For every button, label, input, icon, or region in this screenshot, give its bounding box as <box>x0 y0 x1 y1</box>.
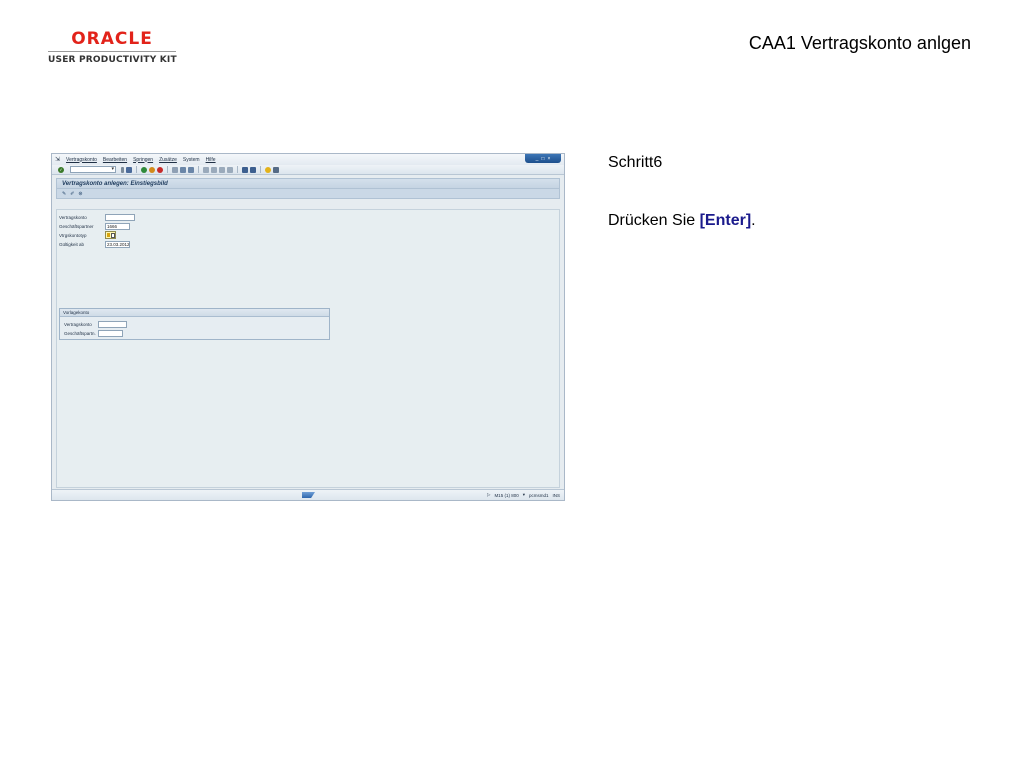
status-info: ▷ M15 (1) 800 ▾ pcmsmd1 INS <box>487 492 560 498</box>
close-icon[interactable]: × <box>547 156 550 162</box>
instruction-prefix: Drücken Sie <box>608 212 700 229</box>
group-row-geschaeftspartn: Geschäftspartn. <box>64 329 123 337</box>
field-row-vertragskonto: Vertragskonto <box>59 213 135 221</box>
change-icon[interactable]: ✐ <box>70 191 74 197</box>
group-geschaeftspartn-input[interactable] <box>98 329 123 337</box>
gueltig-label: Gültigkeit ab <box>59 241 85 247</box>
sap-status-bar: ▷ M15 (1) 800 ▾ pcmsmd1 INS <box>52 489 564 500</box>
back-icon[interactable] <box>141 166 147 173</box>
sap-logo-icon <box>302 492 315 498</box>
sap-menubar: ⇲ Vertragskonto Bearbeiten Springen Zusä… <box>52 154 564 165</box>
sap-screen-body: Vertragskonto Geschäftspartner 1666 Vtrg… <box>56 209 560 488</box>
group-geschaeftspartn-label: Geschäftspartn. <box>64 330 96 336</box>
window-controls: _ □ × <box>525 154 561 163</box>
command-field[interactable] <box>70 166 116 173</box>
menu-zusaetze[interactable]: Zusätze <box>159 157 177 163</box>
save-icon[interactable] <box>126 166 132 173</box>
group-row-vertragskonto: Vertragskonto <box>64 320 127 328</box>
logo-divider <box>48 51 176 52</box>
menu-vertragskonto[interactable]: Vertragskonto <box>66 157 97 163</box>
print-icon[interactable] <box>172 166 178 173</box>
group-vertragskonto-input[interactable] <box>98 320 127 328</box>
vertragskonto-label: Vertragskonto <box>59 214 87 220</box>
logo-brand-text: ORACLE <box>71 29 153 49</box>
enter-icon[interactable]: ✓ <box>58 166 64 173</box>
oracle-upk-logo: ORACLE USER PRODUCTIVITY KIT <box>48 29 177 65</box>
sap-standard-toolbar: ✓ <box>52 165 564 175</box>
vorlagekonto-group-title: Vorlagekonto <box>60 309 329 317</box>
next-page-icon[interactable] <box>219 166 225 173</box>
toolbar-separator <box>167 166 168 173</box>
minimize-icon[interactable]: _ <box>536 156 539 162</box>
gueltig-input[interactable]: 23.03.2012 <box>105 240 130 248</box>
display-icon[interactable]: ⊛ <box>78 191 82 197</box>
exit-icon[interactable] <box>149 166 155 173</box>
instruction-suffix: . <box>751 212 756 229</box>
maximize-icon[interactable]: □ <box>541 156 544 162</box>
status-server: pcmsmd1 <box>528 492 549 498</box>
page-title: CAA1 Vertragskonto anlgen <box>748 33 971 53</box>
toolbar-separator <box>260 166 261 173</box>
vorlagekonto-group: Vorlagekonto Vertragskonto Geschäftspart… <box>59 308 330 340</box>
find-next-icon[interactable] <box>188 166 194 173</box>
menu-hilfe[interactable]: Hilfe <box>206 157 216 163</box>
back-arrow-icon[interactable] <box>121 166 124 173</box>
toolbar-separator <box>198 166 199 173</box>
toolbar-separator <box>136 166 137 173</box>
menu-bearbeiten[interactable]: Bearbeiten <box>103 157 127 163</box>
status-system[interactable]: M15 (1) 800 <box>494 493 518 498</box>
find-icon[interactable] <box>180 166 186 173</box>
step-title: Schritt6 <box>608 154 663 171</box>
field-row-vtypkonto: Vtrgskontotyp <box>59 231 116 239</box>
first-page-icon[interactable] <box>203 166 209 173</box>
vtypkonto-value-help-icon[interactable] <box>105 231 116 239</box>
sap-application-toolbar: ✎ ✐ ⊛ <box>56 189 560 199</box>
layout-icon[interactable] <box>273 166 279 173</box>
last-page-icon[interactable] <box>227 166 233 173</box>
menu-system[interactable]: System <box>183 157 200 163</box>
previous-page-icon[interactable] <box>211 166 217 173</box>
new-session-icon[interactable] <box>242 166 248 173</box>
logo-product-text: USER PRODUCTIVITY KIT <box>48 55 177 65</box>
create-icon[interactable]: ✎ <box>62 191 66 197</box>
cancel-icon[interactable] <box>157 166 163 173</box>
status-dropdown-icon[interactable]: ▾ <box>523 492 525 498</box>
group-vertragskonto-label: Vertragskonto <box>64 321 92 327</box>
geschaeftspartner-input[interactable]: 1666 <box>105 222 130 230</box>
menu-springen[interactable]: Springen <box>133 157 153 163</box>
geschaeftspartner-label: Geschäftspartner <box>59 223 94 229</box>
field-row-gueltig: Gültigkeit ab 23.03.2012 <box>59 240 130 248</box>
toolbar-separator <box>237 166 238 173</box>
sap-screen-title: Vertragskonto anlegen: Einstiegsbild <box>56 178 560 189</box>
status-expand-icon[interactable]: ▷ <box>487 492 490 498</box>
status-mode[interactable]: INS <box>552 493 560 498</box>
vtypkonto-label: Vtrgskontotyp <box>59 232 87 238</box>
instruction-text: Drücken Sie [Enter]. <box>608 212 756 230</box>
vertragskonto-input[interactable] <box>105 213 135 221</box>
sap-screenshot: ⇲ Vertragskonto Bearbeiten Springen Zusä… <box>51 153 565 501</box>
field-row-geschaeftspartner: Geschäftspartner 1666 <box>59 222 130 230</box>
help-icon[interactable] <box>265 166 271 173</box>
shortcut-icon[interactable] <box>250 166 256 173</box>
instruction-key: [Enter] <box>699 212 752 229</box>
sap-menu-icon[interactable]: ⇲ <box>55 156 60 163</box>
